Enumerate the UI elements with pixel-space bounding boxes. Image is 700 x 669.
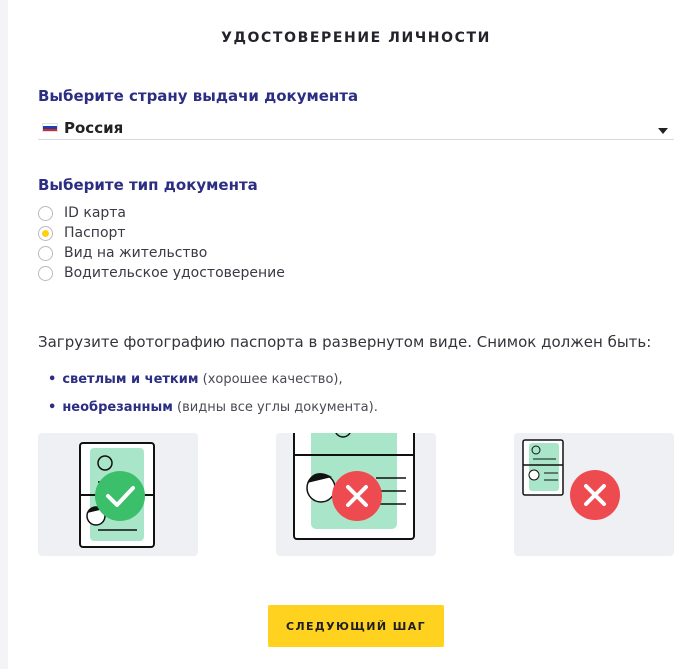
country-label: Выберите страну выдачи документа	[38, 87, 359, 105]
check-icon	[95, 471, 145, 521]
example-cropped-photo	[276, 433, 436, 556]
radio-button[interactable]	[38, 206, 53, 221]
radio-button-selected[interactable]	[38, 226, 53, 241]
page-title: УДОСТОВЕРЕНИЕ ЛИЧНОСТИ	[221, 30, 491, 46]
example-too-far-photo	[514, 433, 674, 556]
doc-type-label: Выберите тип документа	[38, 176, 258, 194]
radio-label: Вид на жительство	[64, 245, 208, 261]
radio-label: Водительское удостоверение	[64, 265, 285, 281]
requirement-item: • необрезанным (видны все углы документа)…	[48, 400, 378, 415]
radio-label: ID карта	[64, 205, 127, 221]
radio-button[interactable]	[38, 266, 53, 281]
country-select[interactable]: Россия	[38, 114, 674, 140]
cross-icon	[570, 470, 620, 520]
radio-label: Паспорт	[64, 225, 126, 241]
requirement-item: • светлым и четким (хорошее качество),	[48, 372, 343, 387]
next-step-button[interactable]: СЛЕДУЮЩИЙ ШАГ	[268, 605, 444, 647]
country-select-value: Россия	[64, 119, 124, 137]
russia-flag-icon	[42, 123, 58, 132]
example-good-photo	[38, 433, 198, 556]
chevron-down-icon	[658, 128, 668, 134]
radio-button[interactable]	[38, 246, 53, 261]
upload-instruction: Загрузите фотографию паспорта в разверну…	[38, 333, 652, 351]
cross-icon	[332, 471, 382, 521]
